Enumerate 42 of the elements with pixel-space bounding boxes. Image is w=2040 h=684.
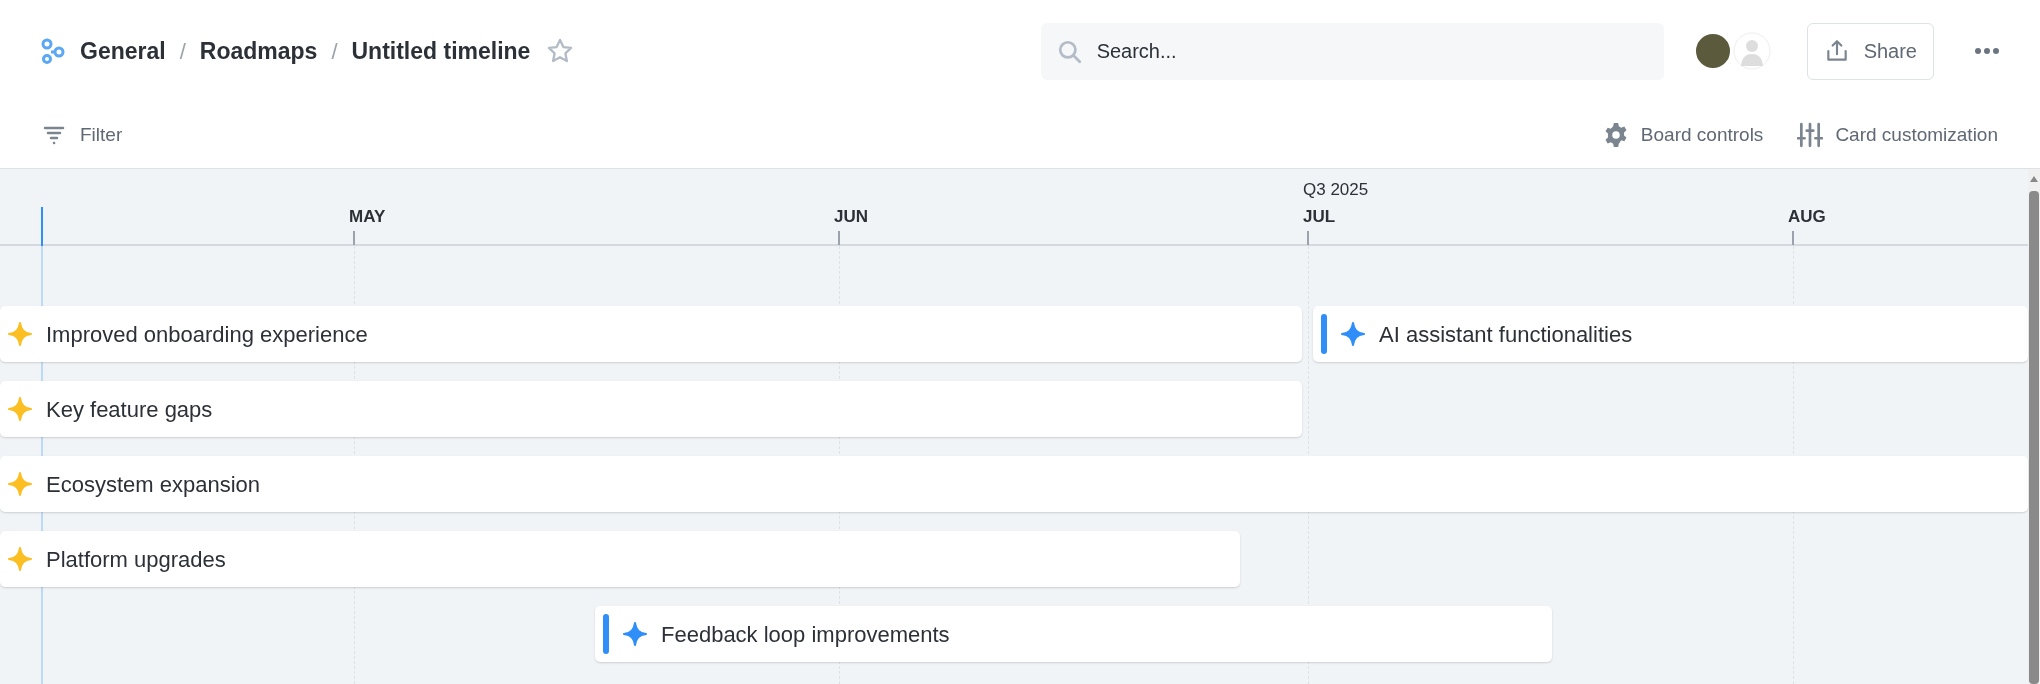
card-title: Feedback loop improvements xyxy=(661,620,950,649)
quarter-label: Q3 2025 xyxy=(1303,179,1369,201)
sparkle-icon xyxy=(8,472,32,496)
sliders-icon xyxy=(1797,122,1824,148)
card-title: Platform upgrades xyxy=(46,545,226,574)
timeline-card[interactable]: Ecosystem expansion xyxy=(0,456,2028,512)
scroll-up-icon[interactable] xyxy=(2029,175,2039,183)
status-bar xyxy=(603,614,609,654)
board-controls-button[interactable]: Board controls xyxy=(1602,120,1764,150)
more-icon[interactable] xyxy=(1974,47,2000,55)
sparkle-icon xyxy=(8,322,32,346)
logo-icon[interactable] xyxy=(40,38,66,64)
sparkle-icon xyxy=(1341,322,1365,346)
breadcrumb-link[interactable]: General xyxy=(80,33,166,69)
timeline-card[interactable]: Platform upgrades xyxy=(0,531,1240,587)
card-title: Improved onboarding experience xyxy=(46,320,368,349)
star-icon[interactable] xyxy=(546,37,575,65)
sparkle-icon xyxy=(8,397,32,421)
search-field[interactable]: Search... xyxy=(1040,22,1664,80)
scrollbar[interactable] xyxy=(2028,169,2040,684)
sparkle-icon xyxy=(8,547,32,571)
card-title: Key feature gaps xyxy=(46,395,213,424)
month-label: JUN xyxy=(834,206,868,228)
month-label: MAY xyxy=(349,206,386,228)
search-icon xyxy=(1056,38,1083,65)
breadcrumb-link[interactable]: Roadmaps xyxy=(199,33,318,69)
month-label: AUG xyxy=(1788,206,1826,228)
status-bar xyxy=(1321,314,1327,354)
card-title: AI assistant functionalities xyxy=(1379,320,1633,349)
month-label: JUL xyxy=(1303,206,1336,228)
card-customization-button[interactable]: Card customization xyxy=(1797,120,1998,150)
timeline-card[interactable]: AI assistant functionalities xyxy=(1313,306,2028,362)
breadcrumb-separator: / xyxy=(331,37,338,66)
filter-button[interactable]: Filter xyxy=(42,120,123,150)
card-title: Ecosystem expansion xyxy=(46,470,260,499)
breadcrumb-separator: / xyxy=(179,37,186,66)
timeline-card[interactable]: Improved onboarding experience xyxy=(0,306,1302,362)
timeline-card[interactable]: Feedback loop improvements xyxy=(595,606,1552,662)
sparkle-icon xyxy=(623,622,647,646)
share-button[interactable]: Share xyxy=(1806,22,1934,80)
breadcrumb-link[interactable]: Untitled timeline xyxy=(351,33,531,69)
timeline-card[interactable]: Key feature gaps xyxy=(0,381,1302,437)
